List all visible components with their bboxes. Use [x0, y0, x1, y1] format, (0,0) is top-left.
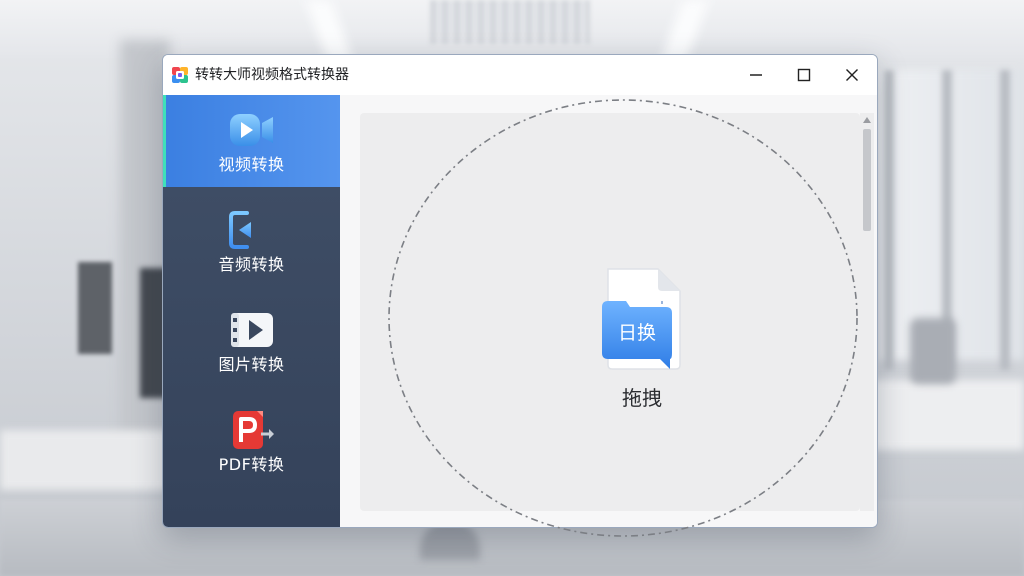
background-window-bar: [1000, 70, 1010, 370]
background-desk: [870, 380, 1024, 450]
video-convert-icon: [229, 114, 273, 146]
scrollbar-thumb[interactable]: [863, 129, 871, 231]
window-title: 转转大师视频格式转换器: [195, 67, 349, 83]
app-window: 转转大师视频格式转换器 视频转换 音频转换 图片转换 PDF转换 日换 拖拽: [162, 54, 878, 528]
sidebar-item-label: PDF转换: [218, 455, 285, 474]
background-chair: [910, 318, 956, 384]
background-desk: [0, 430, 180, 490]
minimize-icon: [750, 74, 762, 76]
vertical-scrollbar[interactable]: [860, 113, 874, 511]
app-logo-icon: [172, 67, 188, 83]
background-vent: [430, 0, 590, 44]
scroll-up-arrow-icon[interactable]: [863, 117, 871, 123]
sidebar-item-audio-convert[interactable]: 音频转换: [163, 195, 340, 287]
maximize-icon: [797, 68, 811, 82]
minimize-button[interactable]: [734, 59, 778, 91]
file-badge-text: 日换: [618, 322, 656, 344]
sidebar-item-label: 音频转换: [218, 255, 285, 274]
sidebar-item-image-convert[interactable]: 图片转换: [163, 295, 340, 387]
file-drop-icon: 日换: [602, 268, 681, 370]
maximize-button[interactable]: [782, 59, 826, 91]
sidebar-item-video-convert[interactable]: 视频转换: [163, 95, 340, 187]
sidebar-item-label: 图片转换: [218, 355, 285, 374]
sidebar-item-pdf-convert[interactable]: PDF转换: [163, 395, 340, 487]
drop-zone-label: 拖拽: [622, 386, 662, 410]
background-wall-frame: [78, 262, 112, 354]
sidebar: 视频转换 音频转换 图片转换 PDF转换: [163, 95, 340, 527]
pdf-convert-icon: [232, 411, 274, 449]
drop-zone[interactable]: 日换 拖拽: [360, 113, 860, 511]
image-convert-icon: [230, 313, 273, 347]
main-content: 日换 拖拽: [340, 95, 877, 527]
audio-convert-icon: [228, 211, 269, 249]
close-icon: [846, 69, 858, 81]
close-button[interactable]: [830, 59, 874, 91]
background-window-bar: [884, 70, 894, 370]
title-bar[interactable]: 转转大师视频格式转换器: [163, 55, 877, 95]
sidebar-item-label: 视频转换: [218, 155, 285, 174]
